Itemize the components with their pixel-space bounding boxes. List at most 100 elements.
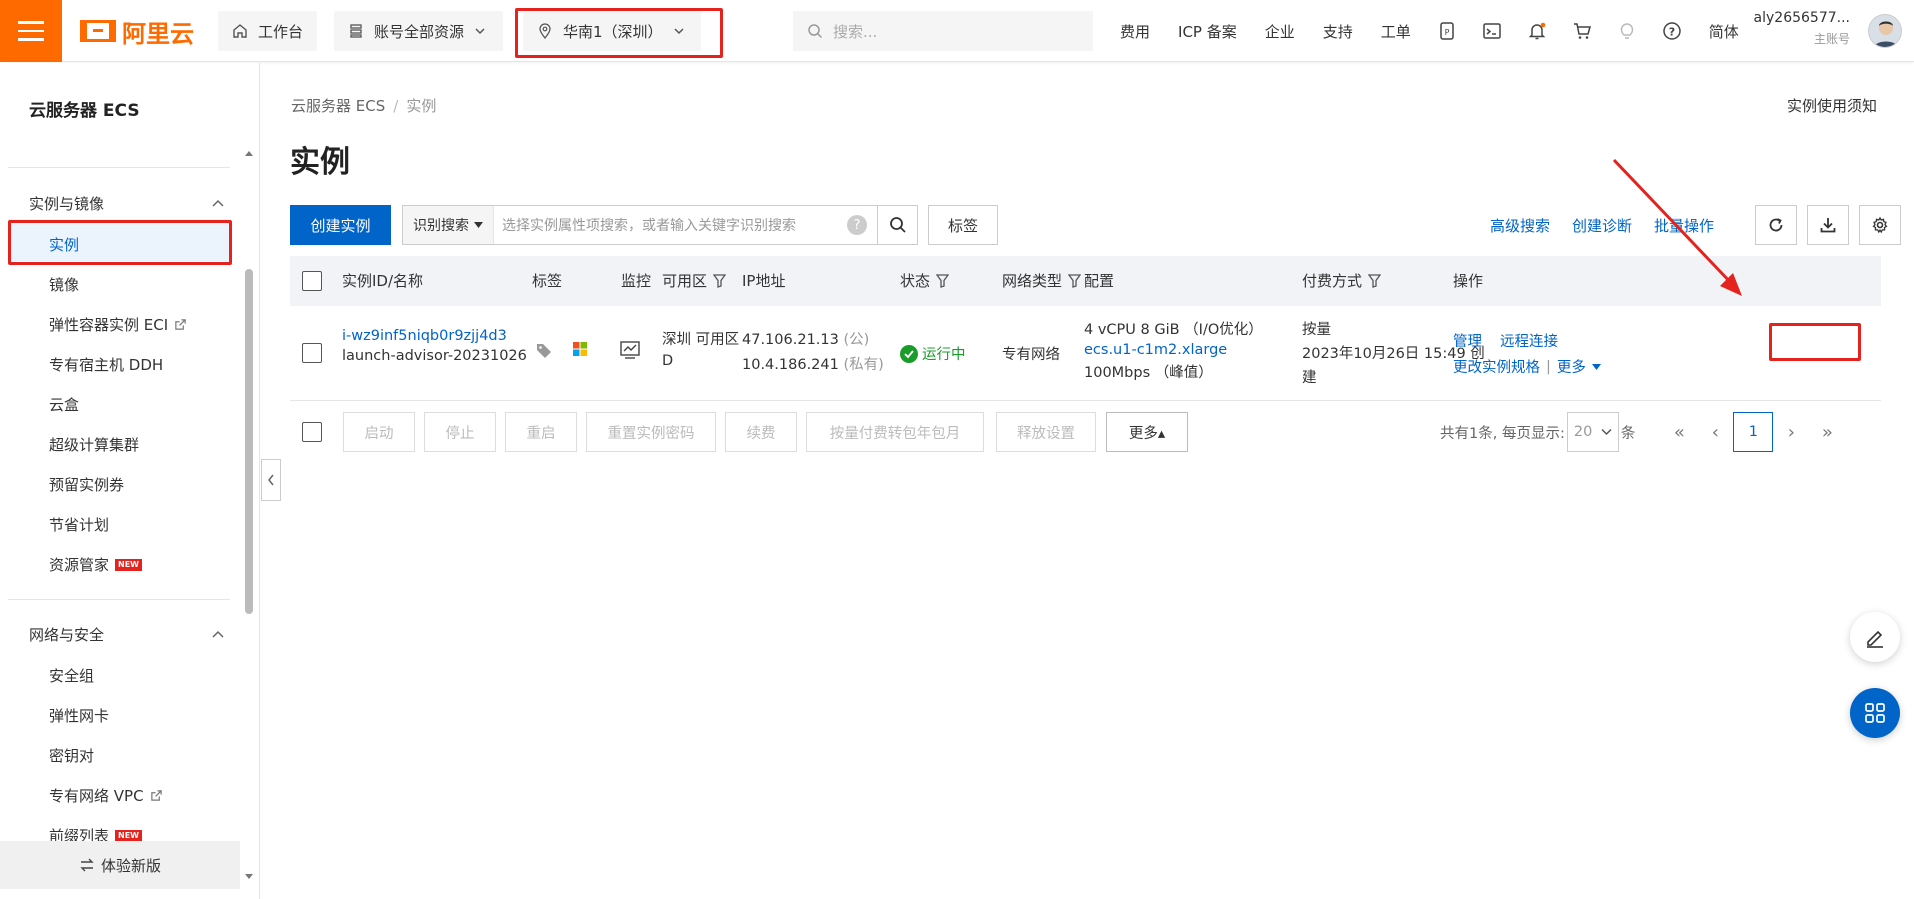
feedback-button[interactable] bbox=[1850, 612, 1900, 662]
sidebar-divider bbox=[8, 167, 230, 168]
avatar[interactable] bbox=[1868, 14, 1902, 48]
reset-password-button[interactable]: 重置实例密码 bbox=[586, 412, 716, 452]
create-instance-button[interactable]: 创建实例 bbox=[290, 205, 391, 245]
workbench-button[interactable]: 工作台 bbox=[218, 11, 318, 51]
sidebar-item-eni[interactable]: 弹性网卡 bbox=[49, 705, 109, 726]
sidebar-item-scc[interactable]: 超级计算集群 bbox=[49, 434, 139, 455]
refresh-button[interactable] bbox=[1755, 205, 1797, 245]
scroll-up-arrow-icon[interactable] bbox=[244, 149, 254, 157]
sidebar-item-savings-plan[interactable]: 节省计划 bbox=[49, 514, 109, 535]
network-type: 专有网络 bbox=[1002, 347, 1060, 363]
search-type-dropdown[interactable]: 识别搜索 bbox=[403, 206, 494, 244]
sidebar-item-ddh[interactable]: 专有宿主机 DDH bbox=[49, 354, 163, 375]
sidebar-item-vpc[interactable]: 专有网络 VPC bbox=[49, 785, 163, 806]
search-submit-button[interactable] bbox=[878, 205, 918, 245]
top-links: 费用 ICP 备案 企业 支持 工单 P ? 简体 bbox=[1106, 0, 1753, 62]
resources-dropdown[interactable]: 账号全部资源 bbox=[334, 11, 503, 51]
select-all-checkbox[interactable] bbox=[302, 271, 322, 291]
logo-text: 阿里云 bbox=[122, 19, 194, 48]
scroll-down-arrow-icon[interactable] bbox=[244, 873, 254, 881]
search-help-icon[interactable]: ? bbox=[847, 215, 867, 235]
workbench-label: 工作台 bbox=[258, 22, 304, 41]
sidebar-item-cloudbox[interactable]: 云盒 bbox=[49, 394, 79, 415]
sidebar-group-instances-images[interactable]: 实例与镜像 bbox=[29, 193, 225, 214]
private-ip-value[interactable]: 10.4.186.241 bbox=[742, 357, 839, 373]
filter-icon[interactable] bbox=[1368, 273, 1382, 288]
private-ip: 10.4.186.241 (私有) bbox=[742, 353, 884, 374]
more-actions-link[interactable]: 更多 bbox=[1557, 356, 1586, 377]
lightbulb-icon[interactable] bbox=[1605, 0, 1650, 62]
cart-icon[interactable] bbox=[1560, 0, 1605, 62]
convert-billing-button[interactable]: 按量付费转包年包月 bbox=[806, 412, 984, 452]
filter-icon[interactable] bbox=[713, 273, 727, 288]
export-button[interactable] bbox=[1807, 205, 1849, 245]
instance-id-cell: i-wz9inf5niqb0r9zjj4d3 launch-advisor-20… bbox=[342, 328, 527, 364]
instance-search-input[interactable]: 选择实例属性项搜索，或者输入关键字识别搜索 bbox=[494, 215, 847, 235]
first-page-icon[interactable]: « bbox=[1661, 422, 1697, 443]
filter-icon[interactable] bbox=[936, 273, 950, 288]
manage-link[interactable]: 管理 bbox=[1453, 330, 1482, 351]
sidebar-scrollbar[interactable] bbox=[245, 269, 253, 614]
current-page-button[interactable]: 1 bbox=[1733, 412, 1774, 452]
prev-page-icon[interactable]: ‹ bbox=[1697, 422, 1733, 443]
top-link-ticket[interactable]: 工单 bbox=[1367, 21, 1425, 42]
sidebar-item-key-pair[interactable]: 密钥对 bbox=[49, 745, 94, 766]
create-diagnosis-link[interactable]: 创建诊断 bbox=[1572, 215, 1632, 236]
column-header-zone: 可用区 bbox=[662, 270, 727, 291]
bulk-select-checkbox[interactable] bbox=[302, 422, 322, 442]
start-button[interactable]: 启动 bbox=[343, 412, 415, 452]
next-page-icon[interactable]: › bbox=[1773, 422, 1809, 443]
instance-id-link[interactable]: i-wz9inf5niqb0r9zjj4d3 bbox=[342, 328, 507, 344]
menu-icon[interactable] bbox=[0, 0, 62, 62]
restart-button[interactable]: 重启 bbox=[505, 412, 577, 452]
quick-access-button[interactable] bbox=[1850, 688, 1900, 738]
top-link-enterprise[interactable]: 企业 bbox=[1251, 21, 1309, 42]
batch-operations-link[interactable]: 批量操作 bbox=[1654, 215, 1714, 236]
bell-icon[interactable] bbox=[1515, 0, 1560, 62]
row-checkbox[interactable] bbox=[302, 343, 322, 363]
more-bulk-actions-button[interactable]: 更多▴ bbox=[1106, 412, 1188, 452]
api-icon[interactable]: P bbox=[1425, 0, 1470, 62]
usage-notice-link[interactable]: 实例使用须知 bbox=[1787, 95, 1877, 116]
main-content: 云服务器 ECS / 实例 实例使用须知 实例 创建实例 识别搜索 选择实例属性项搜… bbox=[261, 63, 1914, 899]
sidebar-group-network-security[interactable]: 网络与安全 bbox=[29, 624, 225, 645]
search-icon bbox=[889, 217, 906, 233]
public-ip-value[interactable]: 47.106.21.13 bbox=[742, 332, 839, 348]
instance-type-link[interactable]: ecs.u1-c1m2.xlarge bbox=[1084, 342, 1227, 358]
remote-connect-link[interactable]: 远程连接 bbox=[1500, 330, 1558, 351]
sidebar-item-images[interactable]: 镜像 bbox=[49, 274, 79, 295]
stop-button[interactable]: 停止 bbox=[424, 412, 496, 452]
tag-filter-button[interactable]: 标签 bbox=[928, 205, 998, 245]
release-settings-button[interactable]: 释放设置 bbox=[996, 412, 1096, 452]
sidebar-item-eci[interactable]: 弹性容器实例 ECI bbox=[49, 314, 187, 335]
monitor-icon[interactable] bbox=[620, 341, 640, 359]
sidebar-item-reserved-instances[interactable]: 预留实例券 bbox=[49, 474, 124, 495]
refresh-icon bbox=[1769, 218, 1783, 232]
renew-button[interactable]: 续费 bbox=[725, 412, 797, 452]
last-page-icon[interactable]: » bbox=[1809, 422, 1845, 443]
help-icon[interactable]: ? bbox=[1650, 0, 1695, 62]
check-circle-icon bbox=[900, 344, 918, 363]
breadcrumb-ecs[interactable]: 云服务器 ECS bbox=[291, 97, 385, 115]
filter-icon[interactable] bbox=[1068, 273, 1082, 288]
language-switch[interactable]: 简体 bbox=[1695, 21, 1753, 42]
tag-icon[interactable] bbox=[536, 342, 552, 358]
advanced-search-link[interactable]: 高级搜索 bbox=[1490, 215, 1550, 236]
page-size-select[interactable]: 20 bbox=[1566, 412, 1619, 452]
sidebar-group-label: 实例与镜像 bbox=[29, 195, 105, 213]
top-link-icp[interactable]: ICP 备案 bbox=[1164, 21, 1251, 42]
sidebar-item-resource-manager[interactable]: 资源管家 NEW bbox=[49, 554, 142, 575]
top-link-support[interactable]: 支持 bbox=[1309, 21, 1367, 42]
zone-line2: D bbox=[662, 353, 674, 369]
global-search-input[interactable]: 搜索... bbox=[793, 11, 1093, 51]
column-label: 操作 bbox=[1453, 272, 1484, 290]
sidebar-item-security-group[interactable]: 安全组 bbox=[49, 665, 94, 686]
settings-button[interactable] bbox=[1859, 205, 1901, 245]
terminal-icon[interactable] bbox=[1470, 0, 1515, 62]
aliyun-logo[interactable]: 阿里云 bbox=[80, 16, 194, 48]
column-label: 付费方式 bbox=[1302, 272, 1363, 290]
account-info[interactable]: aly2656577... 主账号 bbox=[1754, 10, 1850, 47]
top-link-fees[interactable]: 费用 bbox=[1106, 21, 1164, 42]
try-new-version-button[interactable]: 体验新版 bbox=[0, 841, 240, 889]
change-spec-link[interactable]: 更改实例规格 bbox=[1453, 356, 1540, 377]
